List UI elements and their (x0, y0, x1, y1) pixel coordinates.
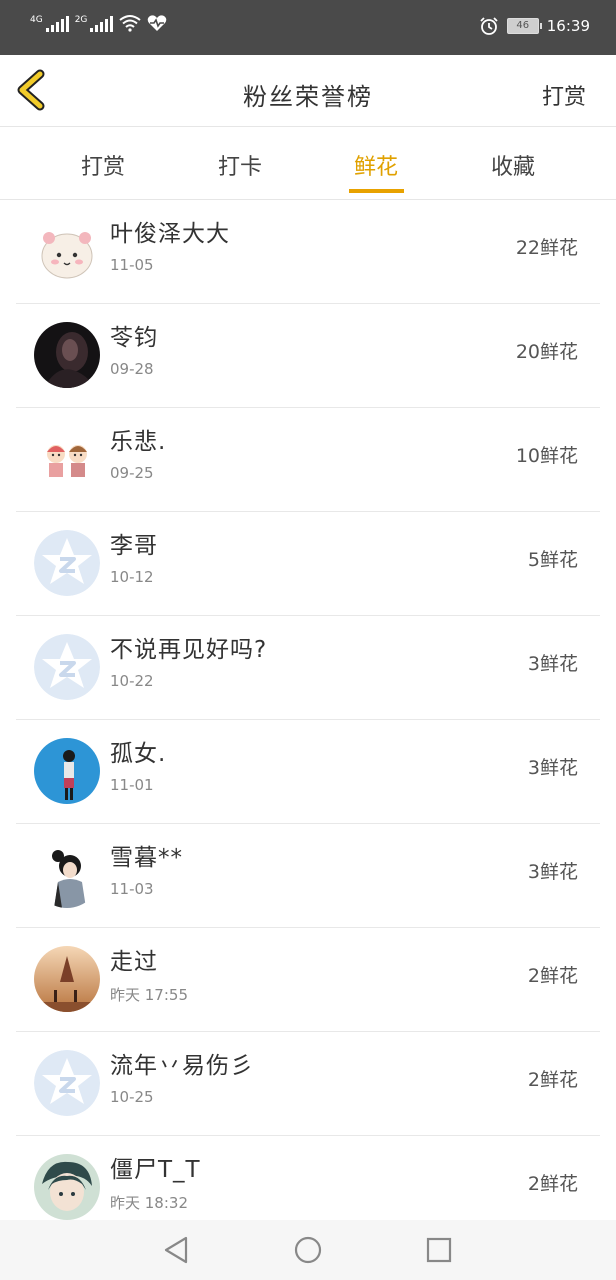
avatar (34, 946, 100, 1012)
flower-count: 2鲜花 (527, 1173, 578, 1195)
alarm-icon (480, 17, 498, 35)
flower-count: 2鲜花 (527, 1069, 578, 1091)
fan-name: 叶俊泽大大 (110, 221, 230, 247)
avatar (34, 530, 100, 596)
list-item[interactable]: 流年丷易伤彡 10-25 2鲜花 (0, 1032, 616, 1136)
flower-count: 10鲜花 (515, 445, 578, 467)
avatar (34, 218, 100, 284)
list-item[interactable]: 乐悲. 09-25 10鲜花 (0, 408, 616, 512)
avatar (34, 842, 100, 908)
flower-count: 22鲜花 (515, 237, 578, 259)
fan-name: 走过 (110, 949, 158, 975)
list-item[interactable]: 走过 昨天 17:55 2鲜花 (0, 928, 616, 1032)
fan-date: 昨天 18:32 (110, 1194, 188, 1212)
fan-name: 苓钧 (110, 325, 158, 351)
fan-date: 10-25 (110, 1088, 154, 1106)
fan-name: 李哥 (110, 533, 158, 559)
square-recents-icon (426, 1237, 452, 1263)
page-title: 粉丝荣誉榜 (243, 83, 373, 111)
fan-name: 孤女. (110, 741, 167, 767)
tab-checkin[interactable]: 打卡 (190, 149, 290, 181)
avatar (34, 322, 100, 388)
fan-date: 09-28 (110, 360, 154, 378)
fan-name: 流年丷易伤彡 (110, 1053, 254, 1079)
tip-button[interactable]: 打赏 (542, 79, 586, 111)
fan-date: 10-22 (110, 672, 154, 690)
circle-home-icon (294, 1236, 322, 1264)
avatar (34, 1154, 100, 1220)
list-item[interactable]: 雪暮** 11-03 3鲜花 (0, 824, 616, 928)
fan-date: 昨天 17:55 (110, 986, 188, 1004)
list-item[interactable]: 李哥 10-12 5鲜花 (0, 512, 616, 616)
flower-count: 3鲜花 (527, 861, 578, 883)
clock: 16:39 (546, 17, 590, 35)
fan-list: 叶俊泽大大 11-05 22鲜花 苓钧 09-28 20鲜花 乐悲. 09-25… (0, 200, 616, 1240)
list-item[interactable]: 苓钧 09-28 20鲜花 (0, 304, 616, 408)
nav-back-button[interactable] (160, 1234, 192, 1266)
list-item[interactable]: 叶俊泽大大 11-05 22鲜花 (0, 200, 616, 304)
status-bar: 4G 2G 46 16:39 (0, 0, 616, 55)
avatar (34, 426, 100, 492)
fan-date: 10-12 (110, 568, 154, 586)
fan-date: 11-03 (110, 880, 154, 898)
flower-count: 20鲜花 (515, 341, 578, 363)
fan-date: 11-05 (110, 256, 154, 274)
fan-name: 僵尸T_T (110, 1157, 201, 1183)
tab-bar: 打赏 打卡 鲜花 收藏 (0, 127, 616, 200)
active-tab-indicator (349, 189, 404, 193)
fan-date: 11-01 (110, 776, 154, 794)
network-type-2: 2G (74, 15, 88, 25)
flower-count: 5鲜花 (527, 549, 578, 571)
avatar (34, 738, 100, 804)
list-item[interactable]: 孤女. 11-01 3鲜花 (0, 720, 616, 824)
fan-name: 乐悲. (110, 429, 167, 455)
system-nav-bar (0, 1220, 616, 1280)
fan-date: 09-25 (110, 464, 154, 482)
heart-rate-icon (148, 15, 167, 31)
tab-tip[interactable]: 打赏 (53, 149, 153, 181)
status-icons-right: 46 16:39 (479, 16, 590, 36)
tab-flowers[interactable]: 鲜花 (326, 149, 426, 181)
signal-icon-2: 2G (75, 16, 114, 32)
nav-recents-button[interactable] (423, 1234, 455, 1266)
flower-count: 2鲜花 (527, 965, 578, 987)
signal-icon-1: 4G (30, 16, 69, 32)
fan-name: 雪暮** (110, 845, 183, 871)
flower-count: 3鲜花 (527, 757, 578, 779)
battery-icon: 46 (506, 18, 542, 34)
status-icons-left: 4G 2G (30, 14, 167, 32)
flower-count: 3鲜花 (527, 653, 578, 675)
triangle-back-icon (164, 1236, 188, 1264)
wifi-icon (119, 15, 142, 32)
fan-name: 不说再见好吗? (110, 637, 268, 663)
list-item[interactable]: 不说再见好吗? 10-22 3鲜花 (0, 616, 616, 720)
nav-home-button[interactable] (292, 1234, 324, 1266)
avatar (34, 1050, 100, 1116)
avatar (34, 634, 100, 700)
screen: 4G 2G 46 16:39 粉丝荣誉榜 打赏 打赏 打卡 鲜花 收藏 叶俊泽大… (0, 0, 616, 1280)
header: 粉丝荣誉榜 打赏 (0, 55, 616, 127)
tab-favorites[interactable]: 收藏 (463, 149, 563, 181)
network-type-1: 4G (30, 15, 43, 25)
